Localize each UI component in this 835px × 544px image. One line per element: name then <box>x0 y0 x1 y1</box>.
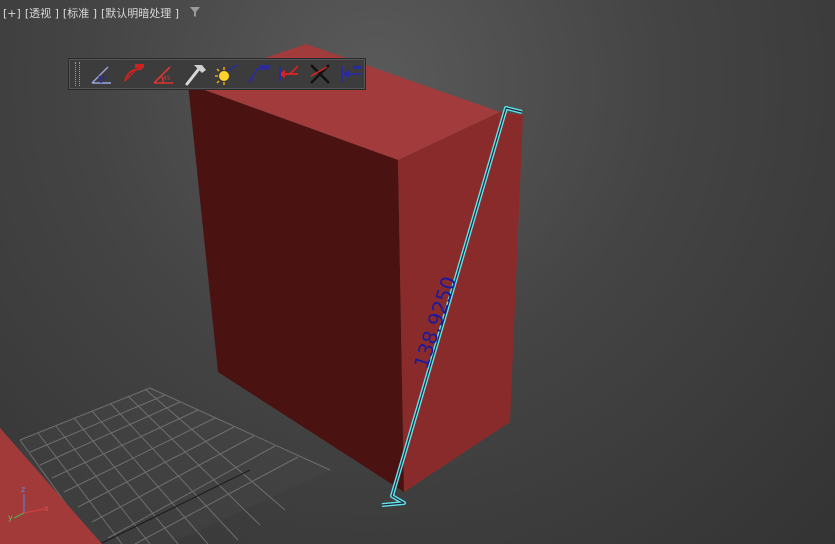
filter-icon[interactable] <box>189 6 201 21</box>
angle-dimension-button[interactable]: 45 <box>88 60 115 88</box>
cross-icon <box>310 64 331 84</box>
viewport-menu-view[interactable]: [透视 ] <box>25 5 59 21</box>
arrow-left-icon <box>341 66 362 82</box>
angle-red-button[interactable]: 45 <box>150 60 177 88</box>
dimension-toolbar: 45 45 <box>68 58 366 90</box>
svg-text:45: 45 <box>163 75 171 82</box>
light-button[interactable] <box>213 60 240 88</box>
angle-icon: 45 <box>91 66 111 84</box>
hammer-button[interactable] <box>182 60 209 88</box>
svg-text:45: 45 <box>101 75 109 82</box>
arrow-dimension-button[interactable] <box>244 60 271 88</box>
viewport-menu-shading[interactable]: [标准 ] <box>63 5 97 21</box>
leader-button[interactable] <box>275 60 302 88</box>
arrow-left-button[interactable] <box>338 60 365 88</box>
sun-icon <box>215 64 238 85</box>
angle-red-icon: 45 <box>153 66 173 84</box>
leader-icon <box>278 65 299 81</box>
svg-text:z: z <box>21 485 25 494</box>
box-right-face <box>398 112 523 492</box>
viewport-label: [+] [透视 ] [标准 ] [默认明暗处理 ] <box>3 5 201 21</box>
arrow-icon <box>248 65 269 84</box>
radius-icon <box>123 64 144 82</box>
radius-dimension-button[interactable] <box>119 60 146 88</box>
viewport-menu-plus[interactable]: [+] <box>3 7 21 20</box>
svg-text:x: x <box>44 504 49 513</box>
toolbar-grip-handle[interactable] <box>75 62 80 86</box>
svg-text:y: y <box>8 513 13 522</box>
hammer-icon <box>185 65 207 86</box>
viewport-menu-lighting[interactable]: [默认明暗处理 ] <box>101 5 179 21</box>
red-box-object[interactable] <box>188 44 523 492</box>
delete-dimension-button[interactable] <box>307 60 334 88</box>
